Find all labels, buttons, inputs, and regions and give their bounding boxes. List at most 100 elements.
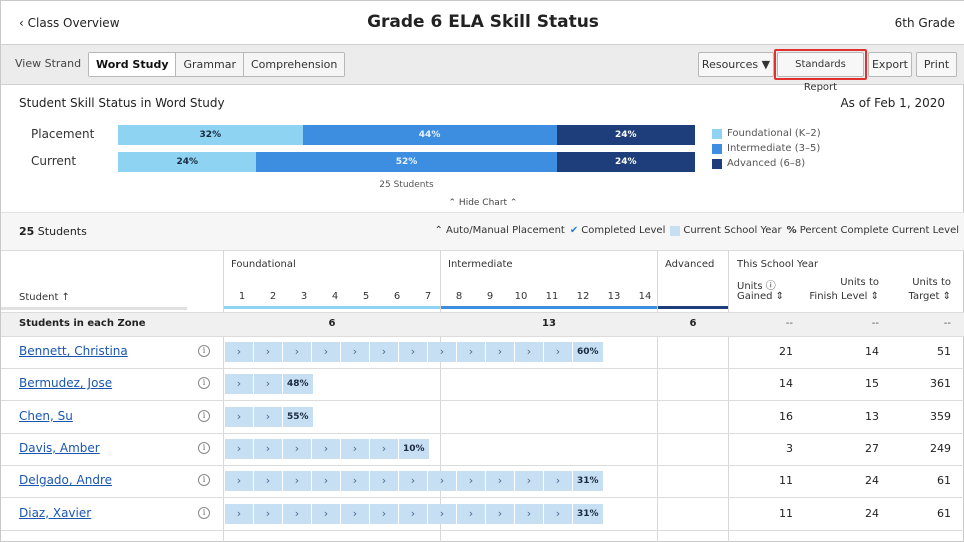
completed-level-chevron-icon: › <box>225 503 254 524</box>
level-header-13: 13 <box>607 291 621 302</box>
foundational-zone-line <box>224 306 440 309</box>
progress-bar: › › 48% <box>225 374 313 395</box>
current-bar-foundational-label: 24% <box>176 157 199 167</box>
info-icon[interactable]: i <box>198 441 210 454</box>
level-header-4: 4 <box>331 291 339 302</box>
zone-legend: Foundational (K–2) Intermediate (3–5) Adva… <box>712 126 821 171</box>
completed-level-chevron-icon: › <box>457 342 486 362</box>
percent-complete: 60% <box>577 347 599 357</box>
students-count-number: 25 <box>19 225 35 238</box>
students-count: 25 Students <box>19 225 87 238</box>
completed-level-chevron-icon: › <box>225 374 254 395</box>
level-header-6: 6 <box>393 291 401 302</box>
resources-dropdown-button[interactable]: Resources ▼ <box>698 52 774 77</box>
app-frame: ‹ Class Overview Grade 6 ELA Skill Statu… <box>0 0 964 542</box>
info-icon[interactable]: i <box>198 345 210 357</box>
placement-bar-advanced-label: 24% <box>614 130 637 140</box>
level-header-12: 12 <box>576 291 590 302</box>
zone-header-intermediate: Intermediate <box>448 259 513 270</box>
completed-level-chevron-icon: › <box>254 503 283 524</box>
student-column-header[interactable]: Student ↑ <box>19 292 70 303</box>
units-finish-cell: 24 <box>865 506 879 520</box>
student-name-link[interactable]: Delgado, Andre <box>19 473 112 487</box>
student-name-link[interactable]: Chen, Su <box>19 409 73 423</box>
completed-level-chevron-icon: › <box>399 342 428 362</box>
current-year-swatch <box>670 225 681 236</box>
completed-level-chevron-icon: › <box>312 342 341 362</box>
toolbar: View Strand Word Study Grammar Comprehen… <box>1 45 964 93</box>
units-finish-cell: 15 <box>865 377 879 391</box>
legend-item: Intermediate (3–5) <box>712 141 821 156</box>
status-key: ⌃ Auto/Manual Placement ✔ Completed Level… <box>429 225 959 236</box>
level-header-7: 7 <box>424 291 432 302</box>
hide-chart-toggle[interactable]: ⌃ Hide Chart ⌃ <box>1 198 964 208</box>
student-name-link[interactable]: Diaz, Xavier <box>19 506 91 520</box>
completed-level-chevron-icon: › <box>370 438 399 459</box>
units-gained-cell: 11 <box>779 506 793 520</box>
tab-grammar[interactable]: Grammar <box>176 53 244 76</box>
units-target-header[interactable]: Target ⇕ <box>891 291 952 302</box>
zone-header-advanced: Advanced <box>665 259 715 270</box>
progress-bar: › › › › › › › › › › › › 31% <box>225 471 603 492</box>
key-percent: % Percent Complete Current Level <box>787 225 959 236</box>
completed-level-chevron-icon: › <box>544 471 573 492</box>
print-button[interactable]: Print <box>916 52 957 77</box>
info-icon[interactable]: i <box>198 409 210 422</box>
info-icon[interactable]: i <box>198 377 210 390</box>
current-bar-intermediate-segment: 52% <box>256 152 557 172</box>
completed-level-chevron-icon: › <box>312 438 341 459</box>
placement-bar-intermediate-segment: 44% <box>302 125 557 145</box>
current-bar-intermediate-label: 52% <box>395 157 418 167</box>
level-header-10: 10 <box>514 291 528 302</box>
table-row: Diaz, Xavier i › › › › › › › › › › › › 31% 11 24 61 <box>1 498 964 531</box>
completed-level-chevron-icon: › <box>457 503 486 524</box>
gained-total: -- <box>785 318 793 329</box>
zone-row-label: Students in each Zone <box>19 318 146 329</box>
tab-comprehension[interactable]: Comprehension <box>243 53 345 76</box>
completed-level-chevron-icon: › <box>341 438 370 459</box>
percent-complete: 31% <box>577 508 599 519</box>
legend-label: Advanced (6–8) <box>727 158 806 169</box>
current-bar-foundational-segment: 24% <box>118 152 257 172</box>
legend-swatch <box>712 158 722 169</box>
student-name-link[interactable]: Davis, Amber <box>19 441 100 455</box>
table-row: Delgado, Andre i › › › › › › › › › › › › 31% 11 24 61 <box>1 465 964 499</box>
percent-complete: 48% <box>287 379 309 390</box>
completed-level-chevron-icon: › <box>225 438 254 459</box>
student-name-link[interactable]: Bennett, Christina <box>19 344 128 358</box>
completed-level-chevron-icon: › <box>515 503 544 524</box>
student-name-link[interactable]: Bermudez, Jose <box>19 376 112 390</box>
units-gained-cell: 14 <box>779 377 793 391</box>
check-icon: ✔ <box>569 225 579 236</box>
foundational-count: 6 <box>328 318 336 329</box>
legend-label: Foundational (K–2) <box>727 128 821 139</box>
units-finish-header[interactable]: Finish Level ⇕ <box>799 291 879 302</box>
completed-level-chevron-icon: › <box>254 374 283 395</box>
this-school-year-header: This School Year <box>737 259 819 270</box>
standards-report-button[interactable]: Standards Report <box>777 52 864 93</box>
completed-level-chevron-icon: › <box>283 438 312 459</box>
legend-swatch <box>712 128 722 139</box>
table-row: Davis, Amber i › › › › › › 10% 3 27 249 <box>1 433 964 466</box>
tab-word-study[interactable]: Word Study <box>89 53 177 76</box>
units-gained-header[interactable]: Gained ⇕ <box>737 291 784 302</box>
completed-level-chevron-icon: › <box>370 503 399 524</box>
level-header-1: 1 <box>238 291 246 302</box>
table-top-rule <box>1 250 964 251</box>
table-row: Bennett, Christina i › › › › › › › › › › › › 60% 21 14 51 <box>1 336 964 369</box>
advanced-count: 6 <box>689 318 697 329</box>
completed-level-chevron-icon: › <box>254 438 283 459</box>
legend-label: Intermediate (3–5) <box>727 143 821 154</box>
info-icon[interactable]: i <box>198 506 210 519</box>
completed-level-chevron-icon: › <box>428 342 457 362</box>
export-button[interactable]: Export <box>868 52 912 77</box>
grade-label: 6th Grade <box>894 16 955 30</box>
units-target-cell: 361 <box>930 377 951 391</box>
level-header-3: 3 <box>300 291 308 302</box>
placement-bar-foundational-segment: 32% <box>118 125 303 145</box>
info-icon[interactable]: i <box>198 474 210 487</box>
key-current-year: Current School Year <box>670 225 782 236</box>
completed-level-chevron-icon: › <box>399 471 428 492</box>
key-percent-label: Percent Complete Current Level <box>799 225 959 236</box>
completed-level-chevron-icon: › <box>544 503 573 524</box>
